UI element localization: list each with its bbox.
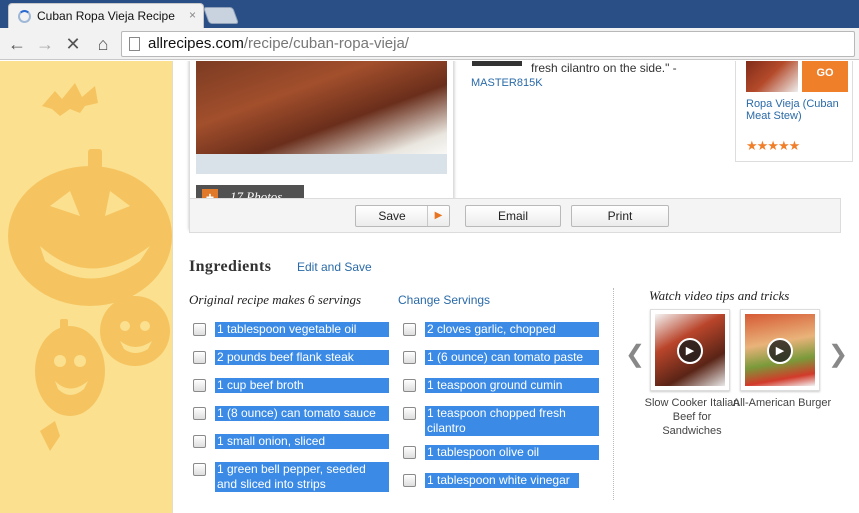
recipe-action-bar: Save ▶ Email Print (189, 198, 841, 233)
page-icon (129, 37, 140, 51)
ingredient-checkbox[interactable] (193, 351, 206, 364)
url-text: allrecipes.com/recipe/cuban-ropa-vieja/ (148, 35, 409, 52)
new-tab-button[interactable] (202, 7, 240, 24)
rating-stars: ★★★★★ (746, 138, 800, 153)
video-caption[interactable]: All-American Burger (732, 396, 832, 410)
save-button-label: Save (378, 209, 406, 223)
ingredient-checkbox[interactable] (193, 435, 206, 448)
ingredient-checkbox[interactable] (403, 379, 416, 392)
ingredient-text: 1 teaspoon chopped fresh cilantro (425, 406, 599, 436)
ingredient-item[interactable]: 2 pounds beef flank steak (193, 350, 393, 366)
reviewer-avatar[interactable] (472, 61, 522, 66)
ingredient-checkbox[interactable] (403, 323, 416, 336)
ingredient-item[interactable]: 1 tablespoon olive oil (403, 445, 603, 461)
recipe-photo[interactable] (196, 61, 447, 174)
ingredient-checkbox[interactable] (193, 463, 206, 476)
ingredient-item[interactable]: 1 tablespoon vegetable oil (193, 322, 393, 338)
servings-text: Original recipe makes 6 servings (189, 292, 362, 307)
go-button[interactable]: GO (802, 61, 848, 92)
ingredient-text: 1 tablespoon white vinegar (425, 473, 579, 488)
ingredient-text: 1 teaspoon ground cumin (425, 378, 599, 393)
chevron-right-icon[interactable]: ❯ (828, 340, 848, 369)
ingredient-text: 2 pounds beef flank steak (215, 350, 389, 365)
email-button[interactable]: Email (465, 205, 561, 227)
home-icon[interactable]: ⌂ (92, 33, 114, 55)
ingredient-text: 2 cloves garlic, chopped (425, 322, 599, 337)
ingredient-checkbox[interactable] (193, 379, 206, 392)
ingredient-item[interactable]: 1 small onion, sliced (193, 434, 393, 450)
edit-and-save-link[interactable]: Edit and Save (297, 260, 372, 274)
video-thumbnail[interactable]: ▶ (740, 309, 820, 391)
video-tips-heading: Watch video tips and tricks (649, 288, 790, 303)
ingredient-checkbox[interactable] (193, 323, 206, 336)
ingredient-item[interactable]: 1 cup beef broth (193, 378, 393, 394)
ingredient-checkbox[interactable] (403, 446, 416, 459)
tab-strip: Cuban Ropa Vieja Recipe - × (0, 0, 859, 28)
print-button[interactable]: Print (571, 205, 669, 227)
tab-close-icon[interactable]: × (189, 8, 196, 22)
back-icon[interactable]: ← (6, 33, 28, 55)
save-dropdown-icon[interactable]: ▶ (427, 206, 449, 226)
address-bar[interactable]: allrecipes.com/recipe/cuban-ropa-vieja/ (121, 31, 855, 57)
ingredient-text: 1 (6 ounce) can tomato paste (425, 350, 599, 365)
recommended-recipe-thumbnail[interactable] (746, 61, 798, 92)
review-author-link[interactable]: MASTER815K (471, 77, 543, 89)
ingredient-text: 1 tablespoon olive oil (425, 445, 599, 460)
tab-title: Cuban Ropa Vieja Recipe - (37, 9, 177, 23)
review-quote: fresh cilantro on the side." - (531, 61, 677, 75)
pumpkin-decoration-icon (8, 83, 172, 451)
web-page: + 17 Photos fresh cilantro on the side."… (0, 61, 859, 513)
stop-icon[interactable]: ✕ (62, 33, 84, 55)
ingredient-checkbox[interactable] (403, 351, 416, 364)
ingredient-checkbox[interactable] (403, 474, 416, 487)
recommended-recipe-card[interactable]: GO Ropa Vieja (Cuban Meat Stew) ★★★★★ (735, 61, 853, 162)
video-caption[interactable]: Slow Cooker Italian Beef for Sandwiches (642, 396, 742, 438)
change-servings-link[interactable]: Change Servings (398, 293, 490, 307)
halloween-sidebar-background (0, 61, 172, 513)
browser-toolbar: ← → ✕ ⌂ allrecipes.com/recipe/cuban-ropa… (0, 28, 859, 60)
ingredient-text: 1 (8 ounce) can tomato sauce (215, 406, 389, 421)
forward-icon[interactable]: → (34, 33, 56, 55)
ingredient-item[interactable]: 1 (8 ounce) can tomato sauce (193, 406, 393, 422)
play-icon[interactable]: ▶ (677, 338, 703, 364)
ingredient-checkbox[interactable] (403, 407, 416, 420)
ingredients-heading: Ingredients (189, 258, 272, 275)
ingredient-item[interactable]: 1 (6 ounce) can tomato paste (403, 350, 603, 366)
video-thumbnail[interactable]: ▶ (650, 309, 730, 391)
ingredient-text: 1 green bell pepper, seeded and sliced i… (215, 462, 389, 492)
ingredient-item[interactable]: 1 tablespoon white vinegar (403, 473, 603, 489)
ingredient-item[interactable]: 1 teaspoon ground cumin (403, 378, 603, 394)
column-divider (613, 288, 614, 500)
save-button[interactable]: Save ▶ (355, 205, 450, 227)
recommended-recipe-title[interactable]: Ropa Vieja (Cuban Meat Stew) (746, 98, 846, 122)
play-icon[interactable]: ▶ (767, 338, 793, 364)
ingredient-text: 1 small onion, sliced (215, 434, 389, 449)
browser-tab[interactable]: Cuban Ropa Vieja Recipe - × (8, 3, 204, 28)
chevron-left-icon[interactable]: ❮ (625, 340, 645, 369)
loading-spinner-icon (18, 10, 31, 23)
ingredient-text: 1 tablespoon vegetable oil (215, 322, 389, 337)
ingredient-item[interactable]: 2 cloves garlic, chopped (403, 322, 603, 338)
ingredient-item[interactable]: 1 green bell pepper, seeded and sliced i… (193, 462, 393, 494)
ingredient-item[interactable]: 1 teaspoon chopped fresh cilantro (403, 406, 603, 438)
ingredient-checkbox[interactable] (193, 407, 206, 420)
ingredient-text: 1 cup beef broth (215, 378, 389, 393)
